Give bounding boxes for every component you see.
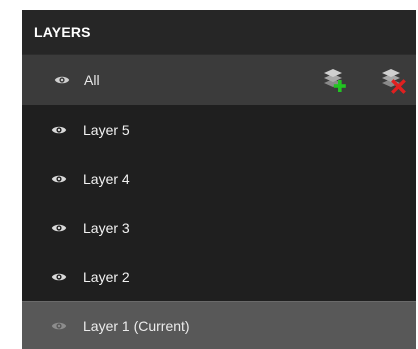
eye-icon[interactable] xyxy=(51,173,67,185)
eye-icon[interactable] xyxy=(51,222,67,234)
layer-actions xyxy=(320,65,408,95)
delete-layer-icon xyxy=(382,69,406,94)
layer-row-all[interactable]: All xyxy=(22,55,416,105)
layers-panel: LAYERS All Layer 5 Layer 4 Layer 3 Layer… xyxy=(22,10,416,349)
panel-header: LAYERS xyxy=(22,10,416,55)
page: LAYERS All Layer 5 Layer 4 Layer 3 Layer… xyxy=(0,0,418,349)
layer-label: Layer 5 xyxy=(83,121,130,138)
layer-label: All xyxy=(84,72,100,88)
layer-row[interactable]: Layer 2 xyxy=(22,252,416,301)
eye-icon[interactable] xyxy=(51,320,67,332)
layer-label: Layer 2 xyxy=(83,268,130,285)
eye-icon[interactable] xyxy=(51,271,67,283)
layer-row-current[interactable]: Layer 1 (Current) xyxy=(22,301,416,349)
layer-label: Layer 1 (Current) xyxy=(83,318,190,334)
layer-label: Layer 3 xyxy=(83,219,130,236)
layer-row[interactable]: Layer 5 xyxy=(22,105,416,154)
layer-label: Layer 4 xyxy=(83,170,130,187)
eye-icon[interactable] xyxy=(54,74,70,86)
layer-row[interactable]: Layer 3 xyxy=(22,203,416,252)
eye-icon[interactable] xyxy=(51,124,67,136)
add-layer-icon xyxy=(324,69,346,92)
delete-layer-button[interactable] xyxy=(378,65,408,95)
add-layer-button[interactable] xyxy=(320,65,350,95)
panel-title: LAYERS xyxy=(34,24,91,40)
layer-row[interactable]: Layer 4 xyxy=(22,154,416,203)
